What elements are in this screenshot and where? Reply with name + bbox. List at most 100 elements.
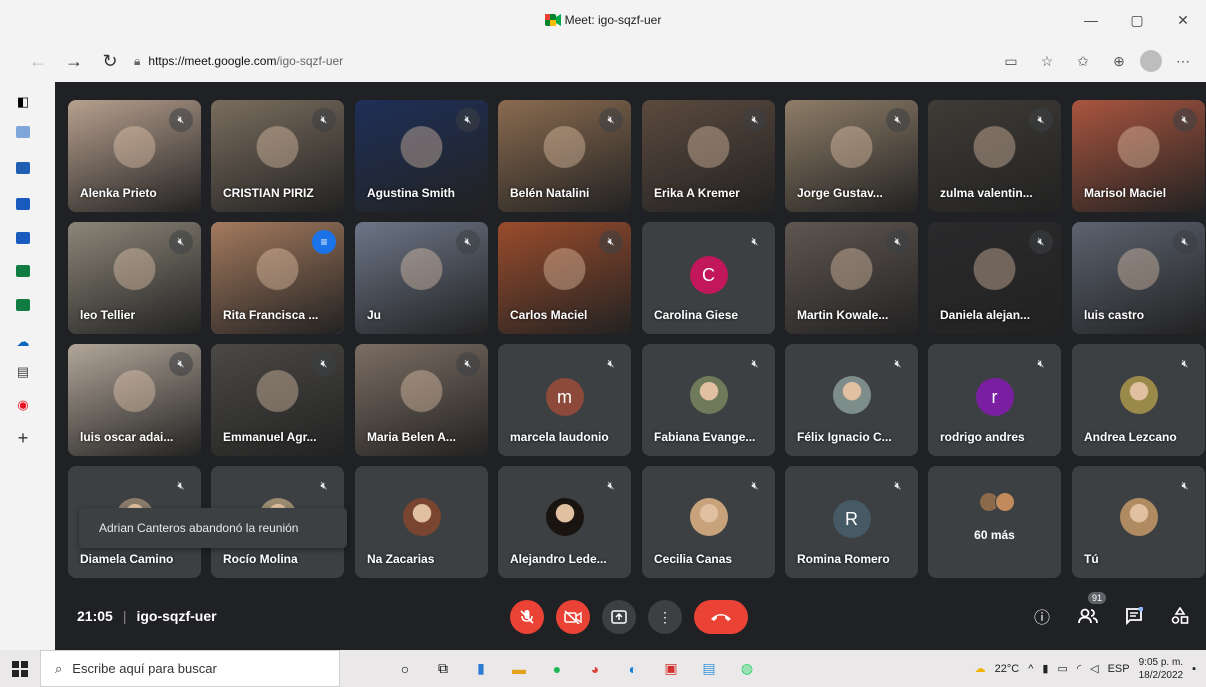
participant-tile[interactable]: 🔇︎ Félix Ignacio C... [785, 344, 918, 456]
record-icon[interactable]: ◉ [13, 395, 33, 415]
task-view-icon[interactable]: ⧉ [424, 650, 462, 687]
edge-icon[interactable]: ◐ [614, 650, 652, 687]
favorite-icon[interactable]: ☆ [1032, 46, 1062, 76]
more-avatars [978, 492, 1015, 512]
forward-icon[interactable]: → [56, 43, 92, 79]
participant-tile[interactable]: 🔇︎ Tú [1072, 466, 1205, 578]
collections-icon[interactable]: ⊕ [1104, 46, 1134, 76]
title-bar: Meet: igo-sqzf-uer — ▢ ✕ [0, 0, 1206, 40]
participant-tile[interactable]: 🔇︎ Ju [355, 222, 488, 334]
back-icon[interactable]: ← [20, 43, 56, 79]
participant-tile[interactable]: 🔇︎ Agustina Smith [355, 100, 488, 212]
word-icon[interactable] [16, 198, 30, 210]
calendar-icon[interactable]: ▤ [13, 362, 33, 382]
mic-muted-icon: 🔇︎ [886, 230, 910, 254]
participant-tile[interactable]: 🔇︎ luis oscar adai... [68, 344, 201, 456]
browser-tab[interactable]: Meet: igo-sqzf-uer [544, 13, 661, 27]
divider: | [122, 608, 127, 624]
app-icon[interactable]: ▮ [462, 650, 500, 687]
excel-icon[interactable] [16, 265, 30, 277]
participant-tile[interactable]: 🔇︎ Erika A Kremer [642, 100, 775, 212]
participant-name: Daniela alejan... [940, 308, 1031, 322]
participant-tile[interactable]: 🔇︎ Alejandro Lede... [498, 466, 631, 578]
close-icon[interactable]: ✕ [1160, 0, 1206, 40]
chevron-up-icon[interactable]: ^ [1028, 663, 1033, 675]
participant-tile[interactable]: Na Zacarias [355, 466, 488, 578]
meeting-details-icon[interactable]: ⓘ [1030, 604, 1054, 628]
spotify-icon[interactable]: ● [538, 650, 576, 687]
outlook-icon[interactable] [16, 162, 30, 174]
people-icon[interactable]: 91 [1076, 592, 1106, 628]
clock-date: 18/2/2022 [1138, 669, 1184, 681]
more-participants-label: 60 más [974, 528, 1015, 542]
wifi-icon[interactable]: ◜ [1077, 662, 1081, 675]
clock[interactable]: 9:05 p. m. 18/2/2022 [1139, 656, 1184, 682]
participant-tile[interactable]: R 🔇︎ Romina Romero [785, 466, 918, 578]
camera-off-button[interactable] [556, 600, 590, 634]
participant-name: Carlos Maciel [510, 308, 588, 322]
participant-tile[interactable]: r 🔇︎ rodrigo andres [928, 344, 1061, 456]
participant-tile[interactable]: 🔇︎ Jorge Gustav... [785, 100, 918, 212]
app-icon[interactable] [16, 126, 30, 138]
activities-icon[interactable] [1168, 604, 1192, 628]
menu-icon[interactable]: ⋯ [1168, 46, 1198, 76]
cortana-icon[interactable]: ○ [386, 650, 424, 687]
participant-tile[interactable]: m 🔇︎ marcela laudonio [498, 344, 631, 456]
chat-icon[interactable] [1122, 604, 1146, 628]
onedrive-icon[interactable]: ☁ [13, 332, 33, 352]
mic-muted-icon: 🔇︎ [607, 479, 615, 492]
participant-tile[interactable]: 🔇︎ Emmanuel Agr... [211, 344, 344, 456]
participant-tile[interactable]: 🔇︎ Maria Belen A... [355, 344, 488, 456]
volume-icon[interactable]: ◁ [1090, 662, 1098, 675]
participant-tile[interactable]: 🔇︎ CRISTIAN PIRIZ [211, 100, 344, 212]
participant-tile[interactable]: C 🔇︎ Carolina Giese [642, 222, 775, 334]
language[interactable]: ESP [1108, 663, 1130, 675]
participant-tile[interactable]: 🔇︎ Fabiana Evange... [642, 344, 775, 456]
camera-blocked-icon[interactable]: ▭ [996, 46, 1026, 76]
mic-muted-icon: 🔇︎ [607, 357, 615, 370]
more-participants-tile[interactable]: 60 más [928, 466, 1061, 578]
windows-start-icon[interactable] [0, 650, 40, 687]
participant-name: Erika A Kremer [654, 186, 740, 200]
temperature[interactable]: 22°C [995, 663, 1020, 675]
participant-tile[interactable]: 🔇︎ Carlos Maciel [498, 222, 631, 334]
more-options-button[interactable]: ⋮ [648, 600, 682, 634]
taskbar-search[interactable]: ⌕ Escribe aquí para buscar [40, 650, 340, 687]
tab-actions-icon[interactable]: ◧ [13, 92, 33, 112]
mic-muted-icon: 🔇︎ [599, 108, 623, 132]
file-explorer-icon[interactable]: ▬ [500, 650, 538, 687]
weather-icon: ☁ [974, 663, 986, 675]
participant-tile[interactable]: 🔇︎ Cecilia Canas [642, 466, 775, 578]
refresh-icon[interactable]: ↻ [92, 43, 128, 79]
minimize-icon[interactable]: — [1068, 0, 1114, 40]
word-icon[interactable] [16, 232, 30, 244]
battery-icon[interactable]: ▭ [1057, 662, 1067, 675]
participant-tile[interactable]: 🔇︎ leo Tellier [68, 222, 201, 334]
participant-tile[interactable]: 🔇︎ luis castro [1072, 222, 1205, 334]
participant-tile[interactable]: 🔇︎ Daniela alejan... [928, 222, 1061, 334]
favorites-list-icon[interactable]: ✩ [1068, 46, 1098, 76]
address-bar[interactable]: 🔒︎ https://meet.google.com/igo-sqzf-uer [134, 54, 834, 69]
acrobat-icon[interactable]: ▣ [652, 650, 690, 687]
chrome-icon[interactable]: ◕ [576, 650, 614, 687]
avatar [689, 376, 728, 414]
add-icon[interactable]: + [13, 428, 33, 448]
participant-tile[interactable]: 🔇︎ Martin Kowale... [785, 222, 918, 334]
participant-tile[interactable]: 🔇︎ Marisol Maciel [1072, 100, 1205, 212]
mic-muted-icon: 🔇︎ [1029, 108, 1053, 132]
participant-tile[interactable]: 🔇︎ Alenka Prieto [68, 100, 201, 212]
present-button[interactable] [602, 600, 636, 634]
maximize-icon[interactable]: ▢ [1114, 0, 1160, 40]
whatsapp-icon[interactable]: ◍ [728, 650, 766, 687]
profile-avatar[interactable] [1140, 50, 1162, 72]
app-icon[interactable]: ▤ [690, 650, 728, 687]
mic-off-button[interactable] [510, 600, 544, 634]
excel-icon[interactable] [16, 299, 30, 311]
participant-tile[interactable]: 🔇︎ Belén Natalini [498, 100, 631, 212]
notifications-icon[interactable]: ▪ [1192, 663, 1196, 675]
participant-tile[interactable]: 🔇︎ zulma valentin... [928, 100, 1061, 212]
end-call-button[interactable] [694, 600, 748, 634]
participant-tile[interactable]: ≡ Rita Francisca ... [211, 222, 344, 334]
microphone-icon[interactable]: ▮ [1042, 662, 1048, 675]
participant-tile[interactable]: 🔇︎ Andrea Lezcano [1072, 344, 1205, 456]
